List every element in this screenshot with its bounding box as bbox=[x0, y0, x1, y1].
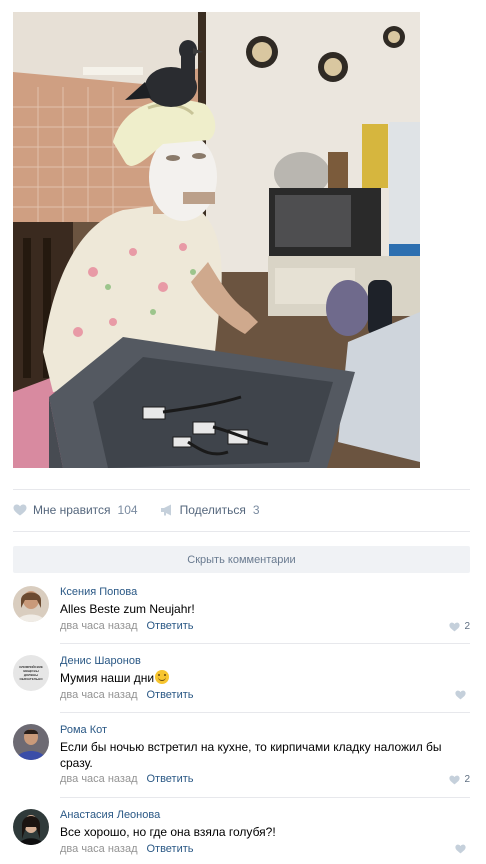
comment: ОЛИМПИЙСКИЕ ВЕЩИ ВЫ ДОЛЖНЫ ОБЯЗАТЕЛЬНО Д… bbox=[13, 655, 470, 711]
heart-icon bbox=[13, 504, 27, 516]
reply-button[interactable]: Ответить bbox=[146, 620, 193, 632]
comment-text: Alles Beste zum Neujahr! bbox=[60, 602, 195, 616]
reply-button[interactable]: Ответить bbox=[146, 689, 193, 701]
share-button[interactable]: Поделиться 3 bbox=[160, 503, 260, 517]
comment-like-count: 2 bbox=[464, 774, 470, 785]
comment-like-button[interactable] bbox=[455, 844, 470, 854]
comment: Рома Кот Если бы ночью встретил на кухне… bbox=[13, 724, 470, 796]
comment-text-body: Мумия наши дни bbox=[60, 671, 155, 685]
comment-text: Если бы ночью встретил на кухне, то кирп… bbox=[60, 740, 442, 770]
reply-button[interactable]: Ответить bbox=[146, 773, 193, 785]
share-count: 3 bbox=[252, 503, 260, 517]
comment-like-button[interactable] bbox=[455, 690, 470, 700]
comment-author[interactable]: Анастасия Леонова bbox=[60, 809, 160, 821]
divider bbox=[60, 643, 470, 644]
comment-author[interactable]: Ксения Попова bbox=[60, 586, 137, 598]
smile-emoji-icon bbox=[155, 670, 170, 684]
comment-time[interactable]: два часа назад bbox=[60, 689, 137, 701]
reply-button[interactable]: Ответить bbox=[146, 843, 193, 855]
share-label: Поделиться bbox=[179, 503, 246, 517]
comment-like-button[interactable]: 2 bbox=[449, 621, 470, 632]
divider bbox=[13, 531, 470, 532]
avatar-text: ОЛИМПИЙСКИЕ ВЕЩИ ВЫ ДОЛЖНЫ ОБЯЗАТЕЛЬНО bbox=[19, 665, 43, 681]
comment-meta: два часа назад Ответить bbox=[60, 620, 194, 632]
heart-icon bbox=[455, 844, 466, 854]
hide-comments-button[interactable]: Скрыть комментарии bbox=[13, 546, 470, 573]
avatar[interactable] bbox=[13, 586, 49, 622]
avatar[interactable]: ОЛИМПИЙСКИЕ ВЕЩИ ВЫ ДОЛЖНЫ ОБЯЗАТЕЛЬНО bbox=[13, 655, 49, 691]
comment-author[interactable]: Рома Кот bbox=[60, 724, 107, 736]
comment-meta: два часа назад Ответить bbox=[60, 773, 194, 785]
comment-time[interactable]: два часа назад bbox=[60, 843, 137, 855]
divider bbox=[60, 712, 470, 713]
heart-icon bbox=[455, 690, 466, 700]
divider bbox=[13, 489, 470, 490]
heart-icon bbox=[449, 622, 461, 631]
post-actions: Мне нравится 104 Поделиться 3 bbox=[13, 498, 282, 522]
divider bbox=[60, 797, 470, 798]
avatar[interactable] bbox=[13, 809, 49, 845]
like-button[interactable]: Мне нравится 104 bbox=[13, 503, 138, 517]
photo-icon bbox=[13, 12, 420, 468]
comment-meta: два часа назад Ответить bbox=[60, 689, 194, 701]
comment-text: Мумия наши дни bbox=[60, 670, 460, 686]
comment-time[interactable]: два часа назад bbox=[60, 620, 137, 632]
megaphone-icon bbox=[160, 504, 171, 516]
comment: Анастасия Леонова Все хорошо, но где она… bbox=[13, 809, 470, 861]
comment-meta: два часа назад Ответить bbox=[60, 843, 194, 855]
comment-time[interactable]: два часа назад bbox=[60, 773, 137, 785]
like-count: 104 bbox=[117, 503, 138, 517]
comment: Ксения Попова Alles Beste zum Neujahr! д… bbox=[13, 586, 470, 642]
heart-icon bbox=[449, 775, 461, 784]
like-label: Мне нравится bbox=[33, 503, 111, 517]
comment-like-count: 2 bbox=[464, 621, 470, 632]
comment-author[interactable]: Денис Шаронов bbox=[60, 655, 141, 667]
avatar[interactable] bbox=[13, 724, 49, 760]
comment-text: Все хорошо, но где она взяла голубя?! bbox=[60, 825, 276, 839]
comment-like-button[interactable]: 2 bbox=[449, 774, 470, 785]
post-photo[interactable] bbox=[13, 12, 420, 468]
